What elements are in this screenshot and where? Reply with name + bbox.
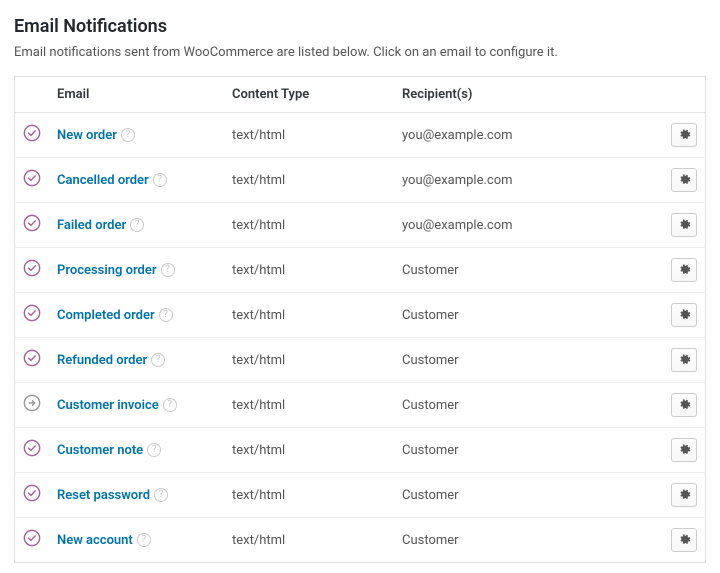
content-type-cell: text/html bbox=[224, 473, 394, 518]
gear-icon bbox=[678, 397, 691, 414]
content-type-cell: text/html bbox=[224, 113, 394, 158]
recipients-cell: Customer bbox=[394, 248, 662, 293]
configure-button[interactable] bbox=[671, 168, 697, 192]
content-type-cell: text/html bbox=[224, 248, 394, 293]
content-type-cell: text/html bbox=[224, 203, 394, 248]
gear-icon bbox=[678, 217, 691, 234]
content-type-cell: text/html bbox=[224, 158, 394, 203]
status-enabled-icon bbox=[23, 124, 41, 142]
content-type-cell: text/html bbox=[224, 293, 394, 338]
gear-icon bbox=[678, 532, 691, 549]
gear-icon bbox=[678, 127, 691, 144]
configure-button[interactable] bbox=[671, 348, 697, 372]
help-icon[interactable]: ? bbox=[159, 308, 173, 322]
email-link[interactable]: Failed order bbox=[57, 218, 126, 233]
status-enabled-icon bbox=[23, 349, 41, 367]
configure-button[interactable] bbox=[671, 393, 697, 417]
table-row: Completed order? text/htmlCustomer bbox=[15, 293, 706, 338]
recipients-cell: Customer bbox=[394, 383, 662, 428]
gear-icon bbox=[678, 442, 691, 459]
help-icon[interactable]: ? bbox=[121, 128, 135, 142]
gear-icon bbox=[678, 262, 691, 279]
column-status bbox=[15, 77, 50, 113]
table-row: New order? text/htmlyou@example.com bbox=[15, 113, 706, 158]
status-enabled-icon bbox=[23, 484, 41, 502]
email-link[interactable]: Cancelled order bbox=[57, 173, 149, 188]
status-enabled-icon bbox=[23, 439, 41, 457]
table-row: Failed order? text/htmlyou@example.com bbox=[15, 203, 706, 248]
email-link[interactable]: Customer invoice bbox=[57, 398, 159, 413]
recipients-cell: Customer bbox=[394, 338, 662, 383]
content-type-cell: text/html bbox=[224, 383, 394, 428]
column-content-type[interactable]: Content Type bbox=[224, 77, 394, 113]
recipients-cell: you@example.com bbox=[394, 113, 662, 158]
gear-icon bbox=[678, 487, 691, 504]
recipients-cell: Customer bbox=[394, 473, 662, 518]
email-link[interactable]: Refunded order bbox=[57, 353, 147, 368]
content-type-cell: text/html bbox=[224, 428, 394, 473]
table-row: Processing order? text/htmlCustomer bbox=[15, 248, 706, 293]
configure-button[interactable] bbox=[671, 123, 697, 147]
help-icon[interactable]: ? bbox=[163, 398, 177, 412]
recipients-cell: you@example.com bbox=[394, 158, 662, 203]
table-row: Customer note? text/htmlCustomer bbox=[15, 428, 706, 473]
emails-table: Email Content Type Recipient(s) New orde… bbox=[14, 76, 706, 563]
status-enabled-icon bbox=[23, 529, 41, 547]
email-link[interactable]: Customer note bbox=[57, 443, 143, 458]
help-icon[interactable]: ? bbox=[147, 443, 161, 457]
email-link[interactable]: Completed order bbox=[57, 308, 155, 323]
configure-button[interactable] bbox=[671, 528, 697, 552]
recipients-cell: Customer bbox=[394, 518, 662, 563]
column-email[interactable]: Email bbox=[49, 77, 224, 113]
status-enabled-icon bbox=[23, 259, 41, 277]
status-enabled-icon bbox=[23, 304, 41, 322]
column-actions bbox=[662, 77, 706, 113]
recipients-cell: Customer bbox=[394, 428, 662, 473]
gear-icon bbox=[678, 172, 691, 189]
configure-button[interactable] bbox=[671, 438, 697, 462]
configure-button[interactable] bbox=[671, 213, 697, 237]
content-type-cell: text/html bbox=[224, 338, 394, 383]
table-row: Cancelled order? text/htmlyou@example.com bbox=[15, 158, 706, 203]
help-icon[interactable]: ? bbox=[154, 488, 168, 502]
table-row: Reset password? text/htmlCustomer bbox=[15, 473, 706, 518]
table-row: Refunded order? text/htmlCustomer bbox=[15, 338, 706, 383]
column-recipients[interactable]: Recipient(s) bbox=[394, 77, 662, 113]
content-type-cell: text/html bbox=[224, 518, 394, 563]
email-link[interactable]: New account bbox=[57, 533, 133, 548]
help-icon[interactable]: ? bbox=[151, 353, 165, 367]
help-icon[interactable]: ? bbox=[153, 173, 167, 187]
status-enabled-icon bbox=[23, 214, 41, 232]
help-icon[interactable]: ? bbox=[137, 533, 151, 547]
email-link[interactable]: Processing order bbox=[57, 263, 157, 278]
table-row: New account? text/htmlCustomer bbox=[15, 518, 706, 563]
table-row: Customer invoice? text/htmlCustomer bbox=[15, 383, 706, 428]
email-link[interactable]: Reset password bbox=[57, 488, 150, 503]
page-title: Email Notifications bbox=[14, 16, 706, 37]
recipients-cell: you@example.com bbox=[394, 203, 662, 248]
gear-icon bbox=[678, 307, 691, 324]
configure-button[interactable] bbox=[671, 483, 697, 507]
gear-icon bbox=[678, 352, 691, 369]
email-link[interactable]: New order bbox=[57, 128, 117, 143]
help-icon[interactable]: ? bbox=[161, 263, 175, 277]
recipients-cell: Customer bbox=[394, 293, 662, 338]
configure-button[interactable] bbox=[671, 258, 697, 282]
status-enabled-icon bbox=[23, 169, 41, 187]
configure-button[interactable] bbox=[671, 303, 697, 327]
page-description: Email notifications sent from WooCommerc… bbox=[14, 45, 706, 60]
status-manual-icon bbox=[23, 394, 41, 412]
help-icon[interactable]: ? bbox=[130, 218, 144, 232]
